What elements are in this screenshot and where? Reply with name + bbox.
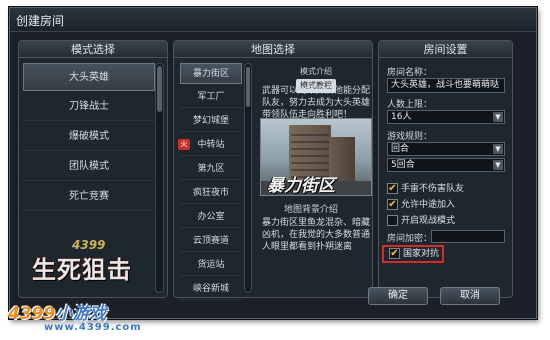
map-item-canyon-city[interactable]: 峡谷新城 <box>180 279 242 300</box>
watermark-accent: 小游戏 <box>55 304 107 324</box>
mode-description: 武器可以用来开启他能分配队友，努力去成为大头英雄带领队伍走向胜利吧！ <box>262 86 371 120</box>
players-value: 16人 <box>391 112 412 122</box>
map-background-title: 地图背景介绍 <box>284 205 339 215</box>
title-bar: 创建房间 <box>10 8 536 32</box>
chevron-down-icon[interactable]: ▼ <box>493 112 503 122</box>
mode-item-deathmatch[interactable]: 死亡竞赛 <box>23 183 155 211</box>
room-name-input[interactable]: 大头英雄，战斗也要萌萌哒 <box>387 78 505 93</box>
confirm-button[interactable]: 确定 <box>368 287 428 305</box>
logo-game-title: 生死狙击 <box>32 256 132 284</box>
site-watermark: 4399小游戏 <box>8 299 106 324</box>
map-item-dream-castle[interactable]: 梦幻城堡 <box>180 111 242 132</box>
rule-count-value: 5回合 <box>391 160 415 170</box>
rule-type-select[interactable]: 回合 ▼ <box>387 142 505 156</box>
checkmark-icon[interactable]: ✔ <box>387 183 398 194</box>
cancel-button[interactable]: 取消 <box>440 287 500 305</box>
check-grenade-no-friendly-damage[interactable]: ✔ 手雷不伤害队友 <box>387 183 464 197</box>
checkbox-empty-icon[interactable] <box>387 215 398 226</box>
chevron-down-icon[interactable]: ▼ <box>493 160 503 170</box>
map-select-panel: 地图选择 暴力街区 军工厂 梦幻城堡 火 中转站 第九区 疯狂夜市 办公室 云顶… <box>173 40 373 300</box>
check-label: 允许中途加入 <box>401 200 456 210</box>
mode-scroll-thumb[interactable] <box>157 66 162 112</box>
chevron-down-icon[interactable]: ▼ <box>493 144 503 154</box>
checkmark-icon[interactable]: ✔ <box>389 248 400 259</box>
mode-panel-header: 模式选择 <box>19 41 167 58</box>
map-scroll-thumb[interactable] <box>246 67 250 107</box>
map-preview-image: 暴力街区 <box>260 118 372 196</box>
map-item-violence-block[interactable]: 暴力街区 <box>180 63 242 84</box>
map-panel-header: 地图选择 <box>174 41 372 58</box>
map-item-crazy-night-market[interactable]: 疯狂夜市 <box>180 183 242 204</box>
country-battle-label: 国家对抗 <box>403 249 440 259</box>
map-item-office[interactable]: 办公室 <box>180 207 242 228</box>
mode-item-big-head-hero[interactable]: 大头英雄 <box>23 63 155 91</box>
map-item-label: 中转站 <box>197 140 225 150</box>
map-item-transfer-station[interactable]: 火 中转站 <box>178 135 242 156</box>
window-title: 创建房间 <box>16 14 65 28</box>
room-password-label: 房间加密： <box>387 234 433 244</box>
check-label: 手雷不伤害队友 <box>401 184 465 194</box>
map-preview-title: 暴力街区 <box>267 176 335 196</box>
mode-list: 大头英雄 刀锋战士 爆破模式 团队模式 死亡竞赛 <box>23 63 155 213</box>
players-label: 人数上限： <box>387 100 433 110</box>
map-background-description: 暴力街区里鱼龙混杂、暗藏凶机，在我觉的大多数普通人眼里都看到扑朔迷离 <box>262 218 371 252</box>
map-scrollbar[interactable] <box>244 63 252 293</box>
room-panel-header: 房间设置 <box>379 41 512 58</box>
players-select[interactable]: 16人 ▼ <box>387 110 505 124</box>
room-settings-panel: 房间设置 房间名称： 大头英雄，战斗也要萌萌哒 人数上限： 16人 ▼ 游戏规则… <box>378 40 513 298</box>
room-name-label: 房间名称： <box>387 68 433 78</box>
map-item-district-nine[interactable]: 第九区 <box>180 159 242 180</box>
check-spectator-mode[interactable]: 开启观战模式 <box>387 215 455 229</box>
checkmark-icon[interactable]: ✔ <box>387 199 398 210</box>
mode-info-tabs: 模式介绍 模式教程 <box>296 65 372 93</box>
tab-mode-intro[interactable]: 模式介绍 <box>296 65 336 79</box>
room-password-input[interactable] <box>431 230 505 243</box>
check-allow-join-midway[interactable]: ✔ 允许中途加入 <box>387 199 455 213</box>
rule-count-select[interactable]: 5回合 ▼ <box>387 158 505 172</box>
map-list: 暴力街区 军工厂 梦幻城堡 火 中转站 第九区 疯狂夜市 办公室 云顶赛道 货运… <box>178 63 242 303</box>
hot-badge: 火 <box>178 139 190 150</box>
check-label: 开启观战模式 <box>401 216 456 226</box>
mode-item-team[interactable]: 团队模式 <box>23 153 155 181</box>
mode-item-demolition[interactable]: 爆破模式 <box>23 123 155 151</box>
mode-item-blade-warrior[interactable]: 刀锋战士 <box>23 93 155 121</box>
rule-type-value: 回合 <box>391 144 410 154</box>
mode-scrollbar[interactable] <box>155 63 164 293</box>
rules-label: 游戏规则： <box>387 132 433 142</box>
country-battle-option[interactable]: ✔ 国家对抗 <box>382 245 444 263</box>
map-item-cloud-track[interactable]: 云顶赛道 <box>180 231 242 252</box>
map-item-cargo-station[interactable]: 货运站 <box>180 255 242 276</box>
game-logo: 4399 生死狙击 <box>32 238 152 294</box>
watermark-url: www.4399.com <box>44 322 142 333</box>
map-item-arsenal[interactable]: 军工厂 <box>180 87 242 108</box>
watermark-brand: 4399 <box>8 304 56 324</box>
